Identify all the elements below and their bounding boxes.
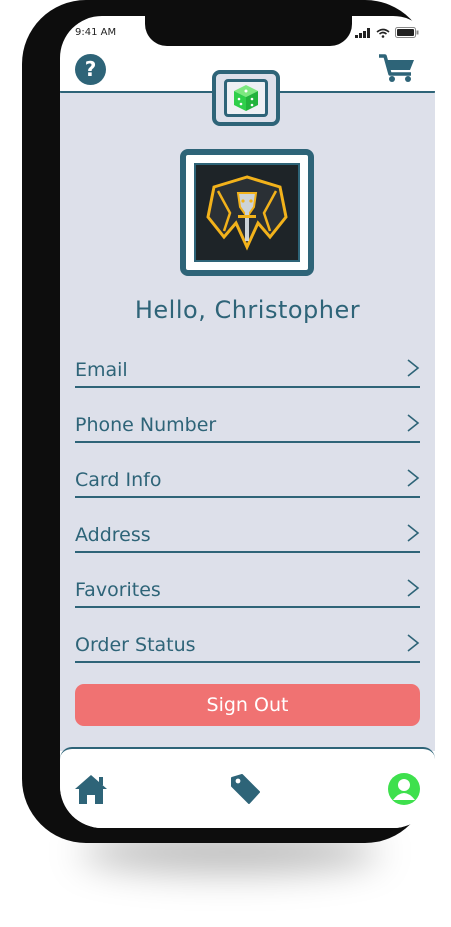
avatar[interactable] (180, 149, 314, 276)
cart-icon[interactable] (378, 52, 416, 84)
greeting-text: Hello, Christopher (134, 296, 361, 324)
app-screen: 9:41 AM ? Hello, Christopher Email Phone… (60, 16, 435, 828)
menu-item-address[interactable]: Address (75, 519, 420, 553)
wifi-icon (376, 28, 390, 38)
profile-icon[interactable] (388, 773, 420, 805)
chevron-right-icon (407, 524, 420, 542)
chevron-right-icon (407, 469, 420, 487)
menu-item-label: Order Status (75, 634, 196, 656)
menu-item-label: Email (75, 359, 128, 381)
sign-out-button[interactable]: Sign Out (75, 684, 420, 726)
status-icons (355, 27, 419, 38)
chevron-right-icon (407, 634, 420, 652)
menu-item-email[interactable]: Email (75, 354, 420, 388)
notch (145, 16, 352, 46)
status-time: 9:41 AM (75, 27, 117, 38)
signal-icon (355, 27, 370, 38)
user-silhouette-icon (393, 779, 415, 800)
bottom-nav (60, 747, 435, 828)
menu-item-label: Favorites (75, 579, 161, 601)
app-logo (212, 70, 280, 126)
chevron-right-icon (407, 359, 420, 377)
chevron-right-icon (407, 414, 420, 432)
menu-item-label: Card Info (75, 469, 162, 491)
menu-item-order-status[interactable]: Order Status (75, 629, 420, 663)
battery-icon (395, 27, 419, 38)
home-icon[interactable] (74, 773, 108, 805)
menu-item-label: Address (75, 524, 151, 546)
logo-inner (224, 79, 268, 117)
dice-icon (234, 85, 258, 111)
chevron-right-icon (407, 579, 420, 597)
avatar-image (194, 163, 300, 262)
menu-item-favorites[interactable]: Favorites (75, 574, 420, 608)
winged-knight-emblem-icon (196, 165, 298, 260)
phone-frame: 9:41 AM ? Hello, Christopher Email Phone… (22, 0, 435, 843)
tag-icon[interactable] (228, 772, 262, 806)
menu-item-phone-number[interactable]: Phone Number (75, 409, 420, 443)
help-button[interactable]: ? (75, 54, 106, 85)
menu-item-label: Phone Number (75, 414, 217, 436)
menu-item-card-info[interactable]: Card Info (75, 464, 420, 498)
